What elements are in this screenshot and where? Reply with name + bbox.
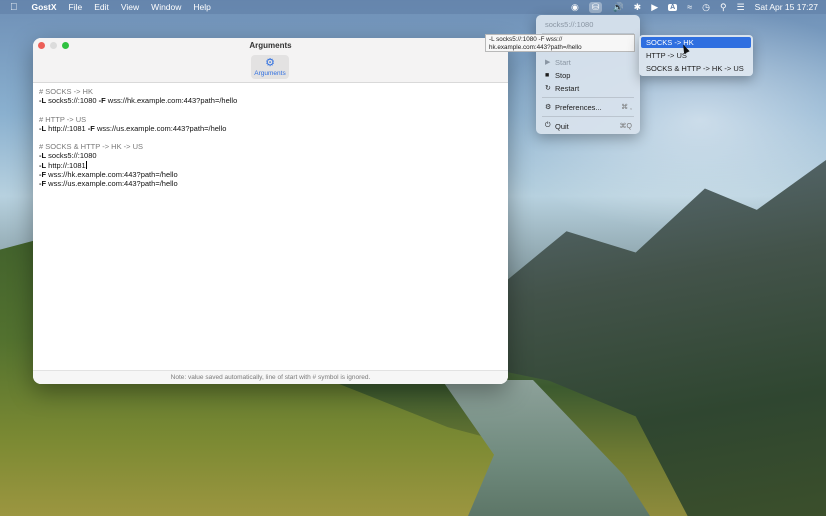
submenu-item-socks-hk[interactable]: SOCKS -> HK	[641, 37, 751, 48]
tooltip-line-2: hk.example.com:443?path=/hello	[489, 44, 582, 51]
menubar-clock[interactable]: Sat Apr 15 17:27	[755, 2, 818, 12]
menu-window[interactable]: Window	[151, 2, 181, 12]
editor-flag: -F	[87, 123, 95, 133]
editor-flag: -F	[98, 96, 106, 106]
window-title: Arguments	[249, 41, 292, 50]
footer-note: Note: value saved automatically, line of…	[33, 370, 508, 384]
restart-label: Restart	[555, 83, 580, 93]
time-machine-icon[interactable]: ◷	[702, 2, 710, 13]
volume-icon[interactable]: 🔊	[612, 2, 623, 13]
submenu-item-socks-http-hk-us[interactable]: SOCKS & HTTP -> HK -> US	[641, 63, 751, 74]
power-icon: ⏻	[545, 122, 551, 129]
editor-comment: # HTTP -> US	[39, 114, 87, 124]
editor-line: -F wss://hk.example.com:443?path=/hello	[39, 170, 502, 179]
editor-line: -L http://:1081	[39, 160, 502, 170]
menu-bar:  GostX File Edit View Window Help ◉ ⛁ 🔊…	[0, 0, 826, 14]
quit-shortcut: ⌘Q	[619, 123, 632, 130]
text-caret	[85, 160, 87, 169]
stop-icon: ■	[545, 71, 550, 79]
editor-line: -L http://:1081 -F wss://us.example.com:…	[39, 124, 502, 133]
menu-help[interactable]: Help	[193, 2, 210, 12]
menu-edit[interactable]: Edit	[94, 2, 109, 12]
editor-value: wss://hk.example.com:443?path=/hello	[46, 169, 178, 179]
restart-menu-item[interactable]: ↻ Restart	[536, 82, 640, 94]
editor-comment: # SOCKS & HTTP -> HK -> US	[39, 142, 144, 152]
preferences-menu-item[interactable]: ⚙ Preferences... ⌘ ,	[536, 101, 640, 113]
editor-comment: # SOCKS -> HK	[39, 87, 93, 96]
editor-value: wss://us.example.com:443?path=/hello	[94, 123, 227, 133]
quit-menu-item[interactable]: ⏻ Quit ⌘Q	[536, 120, 640, 132]
editor-line: # HTTP -> US	[39, 115, 502, 124]
stop-label: Stop	[555, 70, 571, 80]
preferences-icon: ⚙	[545, 104, 552, 111]
editor-line: -L socks5://:1080 -F wss://hk.example.co…	[39, 96, 502, 105]
editor-line: # SOCKS & HTTP -> HK -> US	[39, 142, 502, 151]
quit-label: Quit	[555, 121, 569, 131]
editor-value: wss://hk.example.com:443?path=/hello	[105, 96, 238, 106]
apple-menu-icon[interactable]: 	[10, 2, 18, 13]
menu-file[interactable]: File	[69, 2, 83, 12]
gostx-status-icon[interactable]: ⛁	[588, 1, 603, 13]
editor-value: wss://us.example.com:443?path=/hello	[46, 178, 178, 188]
tooltip-line-1: -L socks5://:1080 -F wss://	[489, 36, 563, 43]
preferences-label: Preferences...	[555, 102, 602, 112]
arguments-editor[interactable]: # SOCKS -> HK -L socks5://:1080 -F wss://…	[33, 83, 508, 371]
editor-value: socks5://:1080	[46, 151, 97, 161]
editor-value: http://:1081	[46, 160, 86, 170]
menu-view[interactable]: View	[121, 2, 139, 12]
app-menu[interactable]: GostX	[32, 2, 57, 12]
search-icon[interactable]: ⚲	[720, 2, 727, 13]
record-icon[interactable]: ◉	[571, 2, 579, 13]
editor-line: -L socks5://:1080	[39, 151, 502, 160]
wifi-icon[interactable]: ≈	[687, 2, 692, 12]
start-menu-item[interactable]: ▶ Start	[536, 56, 640, 68]
start-label: Start	[555, 57, 571, 67]
gear-icon: ⚙	[265, 56, 275, 69]
input-source-icon[interactable]: A	[668, 3, 678, 11]
stop-menu-item[interactable]: ■ Stop	[536, 69, 640, 81]
editor-value: socks5://:1080	[46, 96, 99, 106]
submenu-item-http-us[interactable]: HTTP -> US	[641, 50, 751, 61]
control-center-icon[interactable]: ☰	[737, 2, 745, 13]
window-titlebar: Arguments ⚙ Arguments	[33, 38, 508, 83]
play-icon: ▶	[545, 59, 551, 66]
editor-value: http://:1081	[46, 123, 88, 133]
editor-line: # SOCKS -> HK	[39, 87, 502, 96]
bluetooth-icon[interactable]: ✱	[634, 2, 642, 13]
editor-line: -F wss://us.example.com:443?path=/hello	[39, 179, 502, 188]
arguments-toolbar-button[interactable]: ⚙ Arguments	[251, 55, 289, 79]
status-dropdown-menu: socks5://:1080 ▶ Start ■ Stop ↻ Restart …	[536, 15, 640, 134]
config-tooltip: -L socks5://:1080 -F wss:// hk.example.c…	[485, 34, 635, 52]
arguments-toolbar-label: Arguments	[254, 69, 286, 77]
preferences-shortcut: ⌘ ,	[621, 104, 632, 111]
config-submenu: SOCKS -> HK HTTP -> US SOCKS & HTTP -> H…	[639, 35, 753, 76]
restart-icon: ↻	[545, 85, 551, 92]
play-icon[interactable]: ▶	[651, 2, 658, 13]
current-config-label: socks5://:1080	[545, 19, 594, 29]
arguments-window: Arguments ⚙ Arguments # SOCKS -> HK -L so…	[33, 38, 508, 384]
current-config-item[interactable]: socks5://:1080	[536, 18, 640, 30]
